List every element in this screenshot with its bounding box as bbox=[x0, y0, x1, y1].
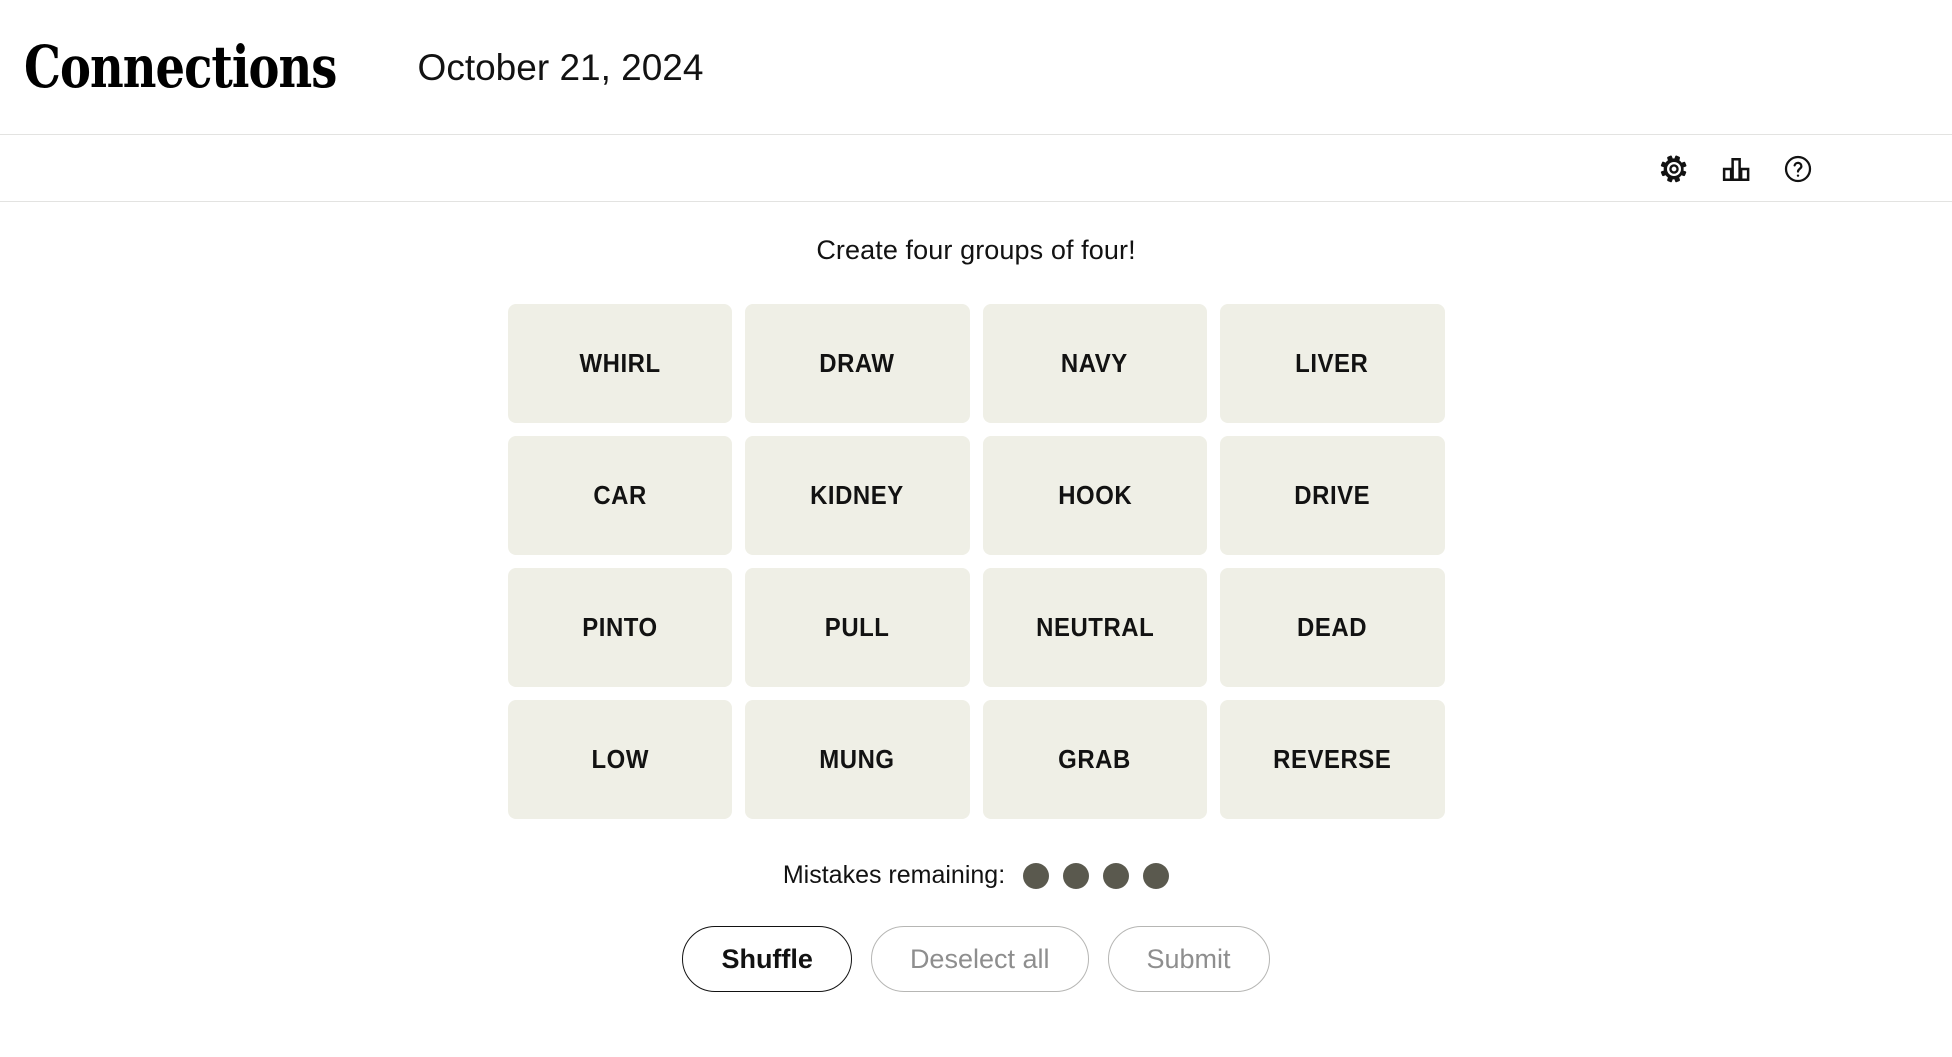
game-area: Create four groups of four! WHIRL DRAW N… bbox=[0, 202, 1952, 992]
word-tile-label: KIDNEY bbox=[810, 480, 905, 510]
word-tile[interactable]: NAVY bbox=[982, 304, 1207, 423]
word-tile[interactable]: DRIVE bbox=[1220, 436, 1445, 555]
word-tile[interactable]: HOOK bbox=[982, 436, 1207, 555]
submit-button[interactable]: Submit bbox=[1107, 926, 1270, 992]
word-tile-label: DRIVE bbox=[1294, 480, 1371, 510]
word-tile-label: HOOK bbox=[1057, 480, 1132, 510]
word-tile[interactable]: REVERSE bbox=[1220, 700, 1445, 819]
connections-page: Connections October 21, 2024 Create four… bbox=[0, 0, 1952, 1057]
toolbar bbox=[0, 136, 1952, 202]
word-tile-label: GRAB bbox=[1058, 744, 1132, 774]
word-tile[interactable]: KIDNEY bbox=[745, 436, 970, 555]
word-tile-label: NAVY bbox=[1061, 348, 1129, 378]
masthead: Connections October 21, 2024 bbox=[0, 0, 1952, 135]
mistake-dot bbox=[1103, 862, 1130, 889]
instruction-text: Create four groups of four! bbox=[816, 235, 1136, 265]
mistake-dot bbox=[1023, 862, 1050, 889]
page-title: Connections bbox=[24, 33, 337, 101]
word-tile[interactable]: CAR bbox=[507, 436, 732, 555]
word-tile-label: LIVER bbox=[1295, 348, 1369, 378]
gear-icon bbox=[1659, 154, 1689, 184]
word-tile-label: PINTO bbox=[582, 612, 658, 642]
question-circle-icon bbox=[1783, 154, 1813, 184]
action-buttons: Shuffle Deselect all Submit bbox=[0, 926, 1952, 992]
word-tile[interactable]: PINTO bbox=[507, 568, 732, 687]
mistakes-remaining: Mistakes remaining: bbox=[0, 861, 1952, 890]
word-grid: WHIRL DRAW NAVY LIVER CAR KIDNEY HOOK DR… bbox=[507, 304, 1445, 819]
mistake-dot bbox=[1063, 862, 1090, 889]
word-tile[interactable]: GRAB bbox=[982, 700, 1207, 819]
word-tile-label: DEAD bbox=[1297, 612, 1368, 642]
mistakes-label: Mistakes remaining: bbox=[782, 861, 1006, 889]
help-button[interactable] bbox=[1771, 142, 1825, 196]
word-tile-label: CAR bbox=[592, 480, 647, 510]
word-tile[interactable]: LIVER bbox=[1220, 304, 1445, 423]
word-tile[interactable]: NEUTRAL bbox=[982, 568, 1207, 687]
word-tile[interactable]: WHIRL bbox=[507, 304, 732, 423]
settings-button[interactable] bbox=[1647, 142, 1701, 196]
deselect-all-button[interactable]: Deselect all bbox=[870, 926, 1089, 992]
word-tile[interactable]: DRAW bbox=[745, 304, 970, 423]
shuffle-button[interactable]: Shuffle bbox=[682, 926, 852, 992]
word-tile-label: PULL bbox=[824, 612, 890, 642]
word-tile[interactable]: PULL bbox=[745, 568, 970, 687]
word-tile[interactable]: LOW bbox=[507, 700, 732, 819]
mistake-dot bbox=[1143, 862, 1170, 889]
word-tile-label: WHIRL bbox=[579, 348, 661, 378]
puzzle-date: October 21, 2024 bbox=[417, 46, 704, 88]
stats-button[interactable] bbox=[1709, 142, 1763, 196]
word-tile-label: LOW bbox=[591, 744, 649, 774]
word-tile-label: MUNG bbox=[819, 744, 895, 774]
word-tile[interactable]: MUNG bbox=[745, 700, 970, 819]
bar-chart-icon bbox=[1721, 154, 1751, 184]
word-tile[interactable]: DEAD bbox=[1220, 568, 1445, 687]
word-tile-label: DRAW bbox=[819, 348, 895, 378]
word-tile-label: NEUTRAL bbox=[1035, 612, 1154, 642]
word-tile-label: REVERSE bbox=[1273, 744, 1392, 774]
